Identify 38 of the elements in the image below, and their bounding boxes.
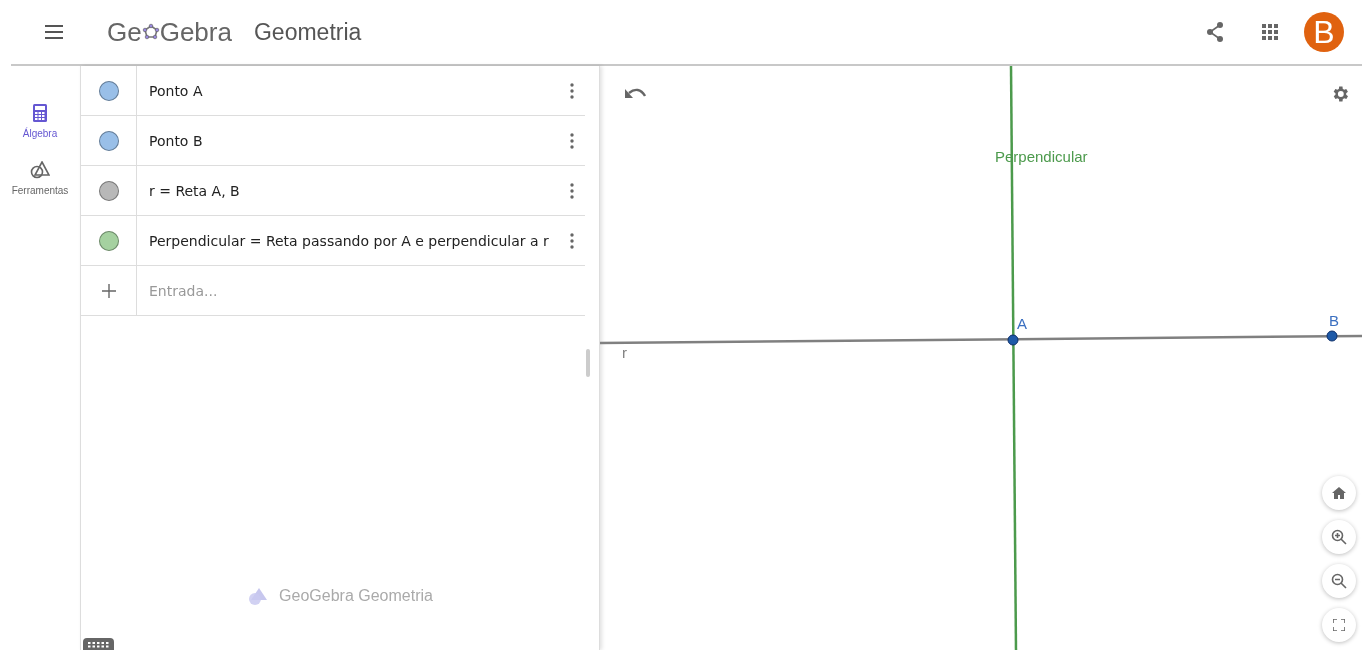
zoom-out-button[interactable] <box>1322 564 1356 598</box>
visibility-marble[interactable] <box>98 180 119 201</box>
calculator-icon <box>33 104 47 122</box>
sidebar-tab[interactable]: Ferramentas <box>11 161 69 196</box>
geometry-logo-icon <box>247 586 270 606</box>
point[interactable] <box>1326 330 1338 342</box>
shapes-icon <box>30 161 50 179</box>
home-button[interactable] <box>1322 476 1356 510</box>
algebra-entry[interactable]: Ponto A <box>137 82 559 99</box>
point-label: B <box>1329 312 1339 329</box>
keyboard-icon[interactable] <box>83 638 114 650</box>
fullscreen-button[interactable] <box>1322 608 1356 642</box>
algebra-entry[interactable]: Perpendicular = Reta passando por A e perpendicular a r <box>137 232 559 249</box>
zoom-in-button[interactable] <box>1322 520 1356 554</box>
visibility-marble[interactable] <box>98 130 119 151</box>
visibility-marble[interactable] <box>98 80 119 101</box>
fullscreen-icon <box>1333 619 1345 631</box>
plus-icon[interactable] <box>101 283 116 298</box>
pentagon-icon <box>141 23 160 41</box>
point-label: A <box>1017 315 1027 332</box>
app-watermark-text: GeoGebra Geometria <box>279 587 433 605</box>
zoom-in-icon <box>1331 529 1347 545</box>
input-field[interactable]: Entrada... <box>147 281 585 300</box>
user-avatar[interactable]: B <box>1304 12 1344 52</box>
algebra-entry[interactable]: r = Reta A, B <box>137 182 559 199</box>
algebra-entry[interactable]: Ponto B <box>137 132 559 149</box>
logo-text: Gebra <box>159 16 232 48</box>
line[interactable] <box>600 334 1362 345</box>
point[interactable] <box>1007 334 1019 346</box>
visibility-marble[interactable] <box>98 230 119 251</box>
undo-icon[interactable] <box>624 87 646 101</box>
logo-text: Ge <box>107 16 142 48</box>
sidebar-tab[interactable]: Álgebra <box>22 104 58 139</box>
resize-handle[interactable] <box>586 349 590 377</box>
line-label: r <box>622 344 627 361</box>
zoom-out-icon <box>1331 573 1347 589</box>
home-icon <box>1332 487 1346 499</box>
app-title: Geometria <box>253 18 362 46</box>
